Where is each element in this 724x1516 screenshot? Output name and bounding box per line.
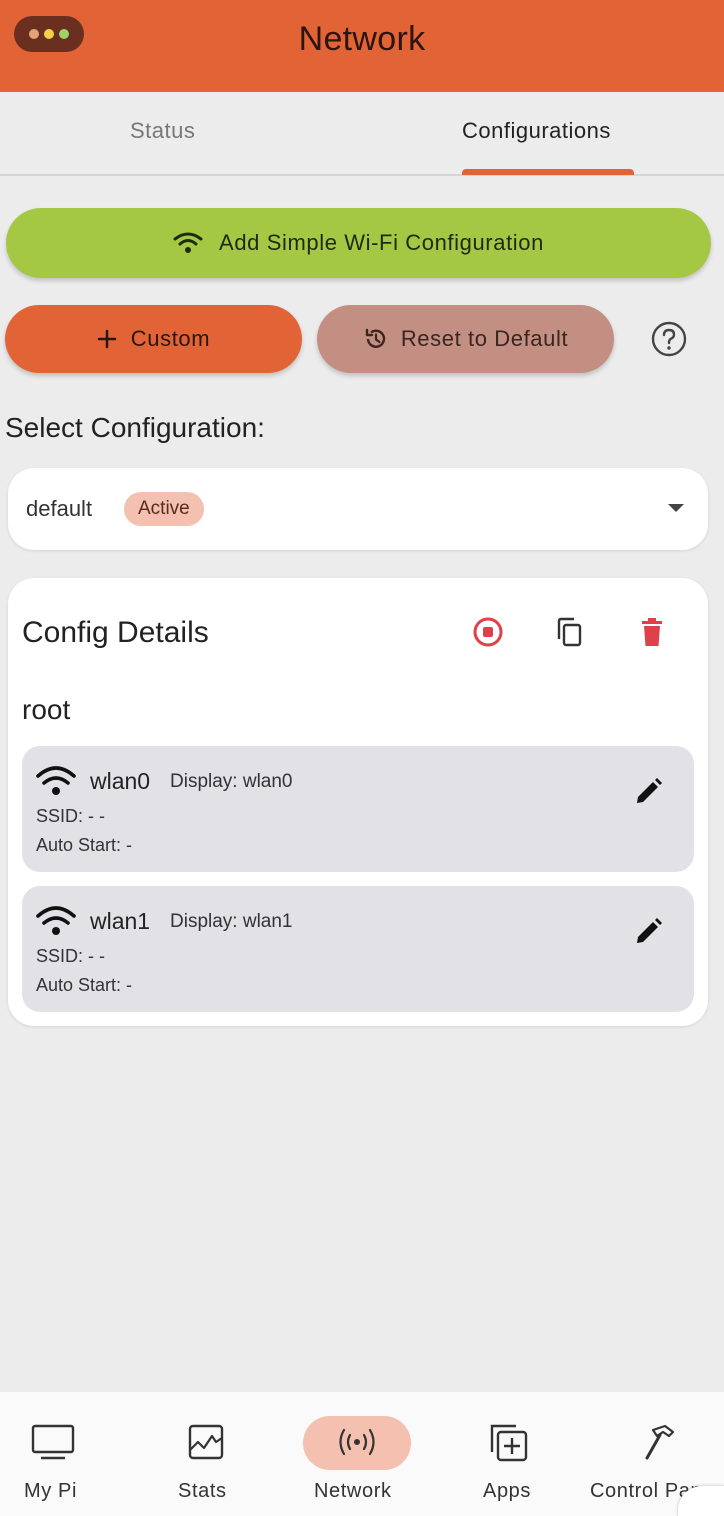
monitor-icon — [31, 1424, 75, 1460]
history-icon — [365, 328, 385, 348]
help-circle-icon[interactable] — [651, 321, 687, 357]
add-wifi-config-label: Add Simple Wi-Fi Configuration — [219, 230, 544, 255]
nav-label-apps: Apps — [483, 1480, 531, 1502]
config-root-label: root — [22, 694, 71, 725]
wifi-icon — [173, 232, 203, 253]
interface-ssid: SSID: - - — [36, 946, 106, 966]
custom-config-label: Custom — [130, 326, 211, 351]
interface-display: Display: wlan0 — [170, 771, 293, 792]
add-app-icon — [490, 1424, 528, 1462]
app-header: Network — [0, 0, 724, 92]
config-dropdown-value: default — [26, 496, 93, 521]
config-dropdown[interactable]: default Active — [8, 468, 708, 550]
nav-label-my-pi: My Pi — [24, 1480, 77, 1502]
edit-icon[interactable] — [632, 916, 664, 948]
tab-configurations[interactable]: Configurations — [462, 118, 611, 144]
nav-label-network: Network — [314, 1480, 392, 1502]
plus-icon — [97, 329, 117, 349]
interface-row: wlan1 Display: wlan1 SSID: - - Auto Star… — [22, 886, 694, 1012]
broadcast-icon — [339, 1428, 375, 1456]
edit-icon[interactable] — [632, 776, 664, 808]
copy-icon[interactable] — [554, 616, 586, 648]
nav-item-my-pi[interactable]: My Pi — [0, 1392, 110, 1516]
tab-indicator — [462, 169, 634, 175]
custom-config-button[interactable]: Custom — [5, 305, 302, 373]
stop-icon[interactable] — [472, 616, 504, 648]
wifi-icon — [36, 906, 76, 935]
interface-row: wlan0 Display: wlan0 SSID: - - Auto Star… — [22, 746, 694, 872]
bottom-navigation: My Pi Stats Network Apps Control Pane — [0, 1392, 724, 1516]
nav-label-stats: Stats — [178, 1480, 227, 1502]
reset-default-label: Reset to Default — [400, 326, 569, 351]
page-title: Network — [298, 20, 426, 58]
delete-icon[interactable] — [636, 616, 668, 648]
interface-display: Display: wlan1 — [170, 911, 293, 932]
config-details-title: Config Details — [22, 616, 209, 649]
tab-bar: Status Configurations — [0, 92, 724, 176]
interface-auto-start: Auto Start: - — [36, 835, 133, 855]
config-details-card: Config Details root wlan0 Display: wlan0… — [8, 578, 708, 1026]
interface-name: wlan0 — [90, 768, 151, 794]
nav-item-stats[interactable]: Stats — [150, 1392, 260, 1516]
hammer-icon — [645, 1424, 675, 1460]
interface-name: wlan1 — [90, 908, 151, 934]
nav-item-network[interactable]: Network — [300, 1392, 414, 1516]
select-config-label: Select Configuration: — [5, 412, 265, 443]
status-badge: Active — [124, 492, 204, 526]
reset-default-button[interactable]: Reset to Default — [317, 305, 614, 373]
interface-auto-start: Auto Start: - — [36, 975, 133, 995]
wifi-icon — [36, 766, 76, 795]
add-wifi-config-button[interactable]: Add Simple Wi-Fi Configuration — [6, 208, 711, 278]
chevron-down-icon — [668, 504, 684, 512]
interface-ssid: SSID: - - — [36, 806, 106, 826]
chart-icon — [188, 1424, 224, 1460]
tab-status[interactable]: Status — [130, 118, 195, 144]
nav-item-apps[interactable]: Apps — [458, 1392, 568, 1516]
